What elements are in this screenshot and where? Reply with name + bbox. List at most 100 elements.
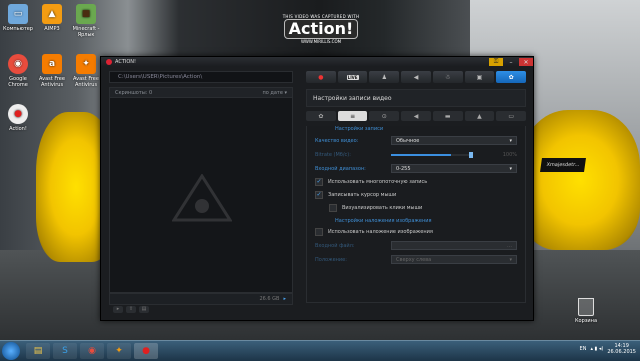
chevron-down-icon: ▾: [509, 256, 512, 263]
chevron-down-icon: ▾: [509, 137, 512, 144]
folder-path[interactable]: C:\Users\USER\Pictures\Action\: [109, 71, 293, 83]
overlay-checkbox-row[interactable]: Использовать наложение изображения: [315, 227, 517, 237]
list-toolbar: ▸ ⇪ ▤: [113, 306, 149, 313]
tab-game[interactable]: ♟: [369, 71, 400, 83]
desktop-icon-avast[interactable]: a Avast Free Antivirus: [34, 54, 70, 88]
close-button[interactable]: ✕: [519, 58, 533, 66]
watermark-site: WWW.MIRILLIS.COM: [300, 39, 342, 44]
position-select[interactable]: Сверху слева ▾: [391, 255, 517, 264]
position-label: Положение:: [315, 256, 347, 263]
overlay-label: Использовать наложение изображения: [328, 229, 433, 235]
minecraft-icon: ■: [76, 4, 96, 24]
clicks-checkbox[interactable]: [329, 204, 337, 212]
live-badge: LIVE: [346, 74, 359, 80]
taskbar-explorer[interactable]: ▤: [26, 343, 50, 359]
watermark-brand: Action!: [283, 19, 359, 39]
desktop-icon-action[interactable]: ● Action!: [0, 104, 36, 132]
clicks-label: Визуализировать клики мыши: [342, 205, 423, 211]
bitrate-slider[interactable]: [391, 151, 473, 158]
taskbar-chrome[interactable]: ◉: [80, 343, 104, 359]
recordings-list[interactable]: [109, 98, 293, 293]
desktop-icon-label: Avast Free Antivirus: [73, 76, 99, 88]
cursor-checkbox-row[interactable]: ✓ Записывать курсор мыши: [315, 190, 517, 200]
cursor-checkbox[interactable]: ✓: [315, 191, 323, 199]
chevron-down-icon: ▾: [509, 165, 512, 172]
start-button[interactable]: [2, 342, 20, 360]
file-browser-pane: C:\Users\USER\Pictures\Action\ Скриншоты…: [109, 71, 293, 316]
list-header: Скриншоты: 0 по дате ▾: [109, 87, 293, 98]
desktop-icon-trash[interactable]: Корзина: [566, 298, 606, 324]
folder-icon[interactable]: ▤: [139, 306, 149, 313]
desktop-icon-label: Minecraft - Ярлык: [72, 26, 100, 38]
app-logo-icon: [106, 59, 112, 65]
slider-handle[interactable]: [469, 151, 473, 158]
upload-icon[interactable]: ⇪: [126, 306, 136, 313]
subtab-hotkeys[interactable]: ▭: [496, 111, 527, 121]
tab-live[interactable]: LIVE: [337, 71, 368, 83]
wallpaper-car-right: [520, 110, 640, 250]
taskbar-action[interactable]: ●: [134, 343, 158, 359]
desktop-icon-label: Avast Free Antivirus: [39, 76, 65, 88]
section-record-settings: Настройки записи: [335, 126, 384, 132]
taskbar: ▤ S ◉ ✦ ● EN ▴ ▮ ◂) 14:19 26.06.2015: [0, 340, 640, 361]
screenshot-count: Скриншоты: 0: [115, 89, 153, 96]
tray-icons[interactable]: ▴ ▮ ◂): [590, 346, 603, 352]
range-value: 0-255: [396, 165, 411, 172]
sort-dropdown[interactable]: по дате ▾: [262, 90, 287, 96]
disk-space-bar: 26.6 GB ▸: [109, 293, 293, 305]
capture-watermark: THIS VIDEO WAS CAPTURED WITH Action! WWW…: [278, 14, 364, 44]
action-icon: ●: [8, 104, 28, 124]
action-logo-watermark-icon: [172, 174, 232, 222]
tab-screenshot[interactable]: ▣: [464, 71, 495, 83]
subtab-general[interactable]: ✿: [306, 111, 336, 121]
desktop-icon-label: Google Chrome: [8, 76, 28, 88]
action-window: ACTION! ⚿ – ✕ C:\Users\USER\Pictures\Act…: [100, 56, 534, 321]
desktop-icon-chrome[interactable]: ◉ Google Chrome: [0, 54, 36, 88]
subtab-upload[interactable]: ▲: [464, 111, 495, 121]
quality-label: Качество видео:: [315, 137, 359, 144]
tab-settings[interactable]: ✿: [496, 71, 527, 83]
free-space-label: 26.6 GB: [259, 296, 280, 302]
multithread-checkbox-row[interactable]: ✓ Использовать многопоточную запись: [315, 177, 517, 187]
input-file-label: Входной файл:: [315, 242, 355, 249]
key-icon[interactable]: ⚿: [489, 58, 503, 66]
desktop-icon-minecraft[interactable]: ■ Minecraft - Ярлык: [68, 4, 104, 38]
bitrate-row: Bitrate (Мб/с): 100%: [315, 149, 517, 160]
clock[interactable]: 14:19 26.06.2015: [607, 343, 636, 355]
video-settings-panel: Настройки записи Качество видео: Обычное…: [306, 126, 526, 303]
clicks-checkbox-row[interactable]: Визуализировать клики мыши: [329, 203, 517, 213]
page-title: Настройки записи видео: [306, 89, 526, 107]
overlay-checkbox[interactable]: [315, 228, 323, 236]
tab-record-video[interactable]: ●: [306, 71, 336, 83]
range-select[interactable]: 0-255 ▾: [391, 164, 517, 173]
desktop-icon-aimp3[interactable]: ▲ AIMP3: [34, 4, 70, 32]
window-titlebar[interactable]: ACTION! ⚿ – ✕: [101, 57, 533, 67]
multithread-checkbox[interactable]: ✓: [315, 178, 323, 186]
system-tray: EN ▴ ▮ ◂) 14:19 26.06.2015: [580, 343, 636, 355]
window-title: ACTION!: [115, 59, 137, 65]
quality-value: Обычное: [396, 137, 420, 144]
tab-webcam[interactable]: ☃: [432, 71, 463, 83]
desktop-icon-avast-2[interactable]: ✦ Avast Free Antivirus: [68, 54, 104, 88]
minimize-button[interactable]: –: [504, 58, 518, 66]
aimp-icon: ▲: [42, 4, 62, 24]
clock-date: 26.06.2015: [607, 349, 636, 355]
play-icon[interactable]: ▸: [113, 306, 123, 313]
subtab-capture[interactable]: ⊙: [369, 111, 400, 121]
position-value: Сверху слева: [396, 256, 432, 263]
car-decal: Xmajesdetr...: [540, 158, 586, 172]
tab-audio[interactable]: ◀: [401, 71, 431, 83]
subtab-video[interactable]: ≡: [337, 111, 368, 121]
subtab-streaming[interactable]: ▬: [432, 111, 463, 121]
taskbar-app[interactable]: ✦: [107, 343, 131, 359]
desktop-icon-label: AIMP3: [44, 26, 60, 32]
quality-select[interactable]: Обычное ▾: [391, 136, 517, 145]
bitrate-label: Bitrate (Мб/с):: [315, 151, 351, 158]
avast-icon: a: [42, 54, 62, 74]
input-file-field[interactable]: …: [391, 241, 517, 250]
subtab-audio[interactable]: ◀: [401, 111, 431, 121]
taskbar-skype[interactable]: S: [53, 343, 77, 359]
desktop-icon-computer[interactable]: ▭ Компьютер: [0, 4, 36, 32]
language-indicator[interactable]: EN: [580, 346, 587, 352]
info-icon[interactable]: ▸: [283, 296, 286, 302]
